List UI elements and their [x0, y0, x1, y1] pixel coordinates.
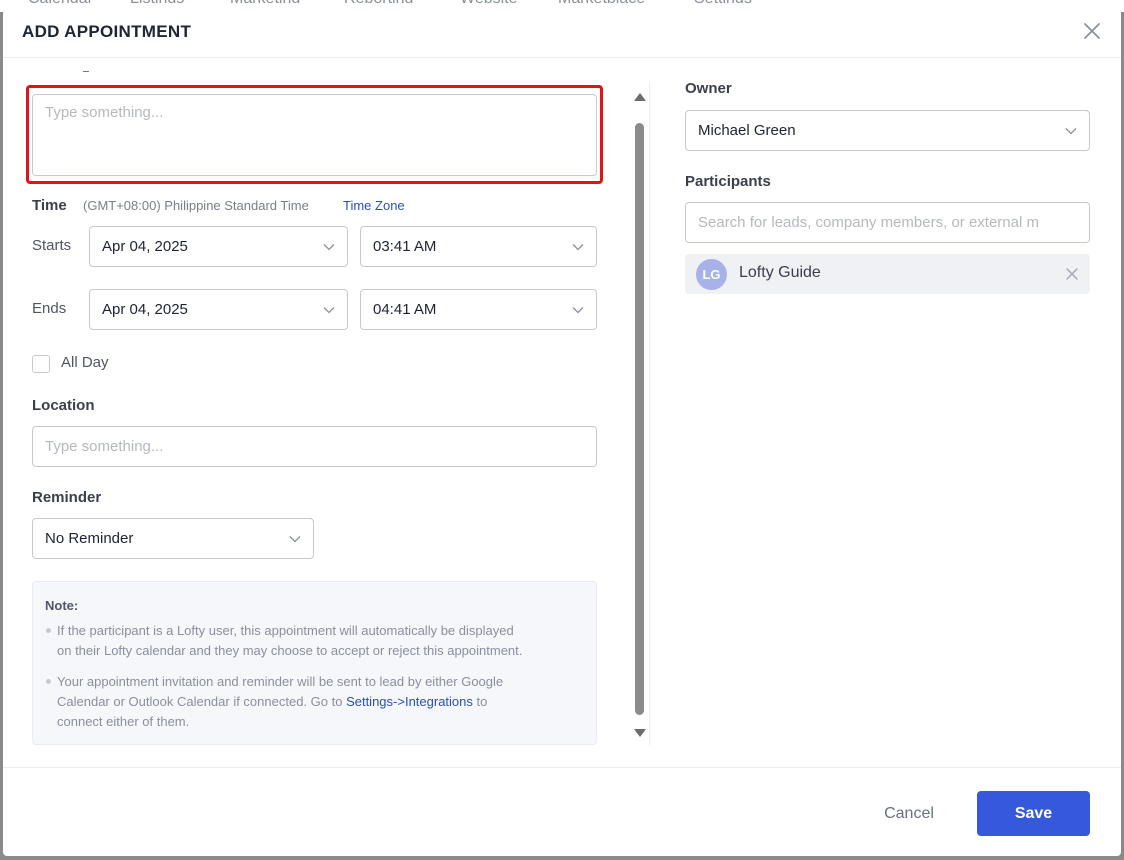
note-text-part: Calendar or Outlook Calendar if connecte…	[57, 694, 347, 709]
end-date-value: Apr 04, 2025	[102, 301, 188, 318]
scrollbar[interactable]	[633, 83, 647, 741]
bullet-icon	[46, 628, 51, 633]
ends-label: Ends	[32, 300, 67, 317]
chevron-down-icon	[323, 244, 335, 251]
note-text: Calendar or Outlook Calendar if connecte…	[57, 694, 487, 709]
column-divider	[649, 81, 650, 745]
time-label: Time	[32, 197, 67, 214]
reminder-label: Reminder	[32, 489, 102, 506]
scroll-up-arrow-icon[interactable]	[634, 93, 646, 101]
modal-header: ADD APPOINTMENT	[3, 3, 1121, 58]
scroll-thumb[interactable]	[635, 123, 644, 715]
remove-participant-icon[interactable]	[1064, 266, 1080, 282]
settings-integrations-link[interactable]: Settings->Integrations	[346, 694, 473, 709]
owner-label: Owner	[685, 80, 732, 97]
clipped-label	[83, 71, 89, 75]
chevron-down-icon	[289, 536, 301, 543]
location-label: Location	[32, 397, 95, 414]
chevron-down-icon	[1065, 128, 1077, 135]
save-button[interactable]: Save	[977, 791, 1090, 836]
end-date-select[interactable]: Apr 04, 2025	[89, 289, 348, 330]
all-day-checkbox[interactable]	[32, 355, 50, 373]
chevron-down-icon	[323, 307, 335, 314]
chevron-down-icon	[572, 244, 584, 251]
description-textarea[interactable]: Type something...	[32, 94, 597, 176]
close-icon[interactable]	[1082, 21, 1102, 41]
reminder-select[interactable]: No Reminder	[32, 518, 314, 559]
note-text: connect either of them.	[57, 714, 190, 729]
participant-name: Lofty Guide	[739, 264, 821, 281]
note-text-part: to	[472, 694, 488, 709]
start-date-value: Apr 04, 2025	[102, 238, 188, 255]
participants-search-input[interactable]: Search for leads, company members, or ex…	[685, 202, 1090, 243]
note-text: on their Lofty calendar and they may cho…	[57, 643, 523, 658]
location-input[interactable]: Type something...	[32, 426, 597, 467]
note-box: Note: If the participant is a Lofty user…	[32, 581, 597, 745]
participant-chip: LG Lofty Guide	[685, 254, 1090, 294]
footer-divider	[3, 767, 1121, 768]
note-text: If the participant is a Lofty user, this…	[57, 623, 514, 638]
end-time-select[interactable]: 04:41 AM	[360, 289, 597, 330]
chevron-down-icon	[572, 307, 584, 314]
note-title: Note:	[45, 598, 79, 613]
timezone-text: (GMT+08:00) Philippine Standard Time	[83, 198, 309, 213]
add-appointment-modal: ADD APPOINTMENT Type something... Time (…	[3, 3, 1121, 856]
end-time-value: 04:41 AM	[373, 301, 437, 318]
owner-select[interactable]: Michael Green	[685, 110, 1090, 151]
start-time-select[interactable]: 03:41 AM	[360, 226, 597, 267]
modal-title: ADD APPOINTMENT	[22, 22, 192, 41]
owner-value: Michael Green	[698, 122, 796, 139]
cancel-button[interactable]: Cancel	[866, 792, 952, 836]
bullet-icon	[46, 679, 51, 684]
time-zone-link[interactable]: Time Zone	[343, 198, 405, 213]
start-time-value: 03:41 AM	[373, 238, 437, 255]
avatar: LG	[696, 259, 727, 290]
all-day-label[interactable]: All Day	[61, 354, 109, 371]
scroll-down-arrow-icon[interactable]	[634, 729, 646, 737]
start-date-select[interactable]: Apr 04, 2025	[89, 226, 348, 267]
starts-label: Starts	[32, 237, 72, 254]
participants-label: Participants	[685, 173, 771, 190]
reminder-value: No Reminder	[45, 530, 134, 547]
note-text: Your appointment invitation and reminder…	[57, 674, 504, 689]
